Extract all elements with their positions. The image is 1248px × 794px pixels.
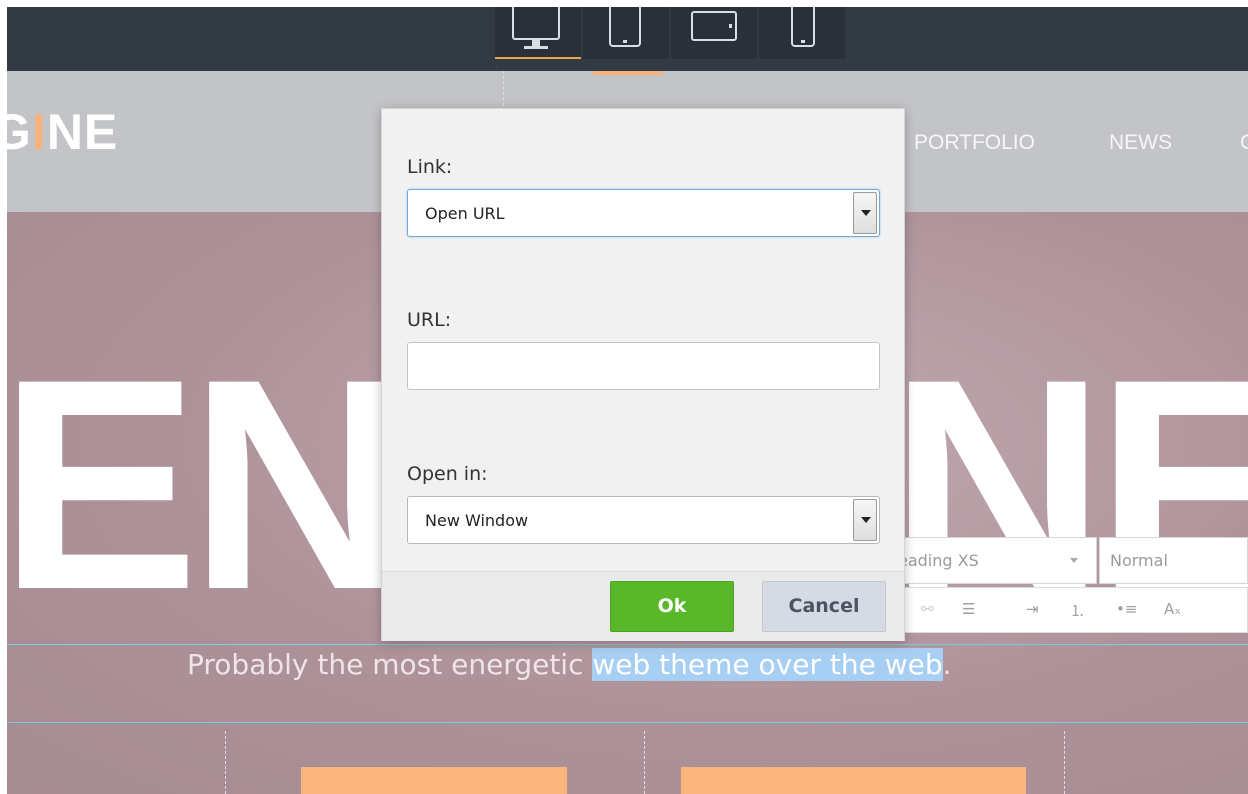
bulleted-list-icon[interactable]: •≡ [1116, 600, 1137, 618]
open-in-label: Open in: [407, 463, 488, 485]
ok-button[interactable]: Ok [610, 581, 734, 632]
indent-icon[interactable]: ⇥ [1026, 600, 1039, 618]
hero-tagline[interactable]: Probably the most energetic web theme ov… [187, 648, 952, 681]
cancel-button[interactable]: Cancel [762, 581, 886, 632]
format-combo[interactable]: Normal [1099, 537, 1248, 584]
column-guide [1064, 731, 1065, 794]
tablet-portrait-view-button[interactable] [583, 7, 669, 59]
site-logo[interactable]: GINE [7, 103, 118, 161]
chevron-down-icon [1070, 558, 1078, 563]
style-combo-value: eading XS [898, 551, 979, 570]
tablet-landscape-view-button[interactable] [671, 7, 757, 59]
open-in-value: New Window [425, 511, 529, 530]
link-type-select[interactable]: Open URL [407, 189, 880, 237]
url-label: URL: [407, 309, 452, 331]
link-dialog: Link: Open URL URL: Open in: New Window … [381, 108, 905, 641]
phone-view-button[interactable] [759, 7, 845, 59]
device-toolbar [7, 7, 1248, 71]
open-in-select[interactable]: New Window [407, 496, 880, 544]
hero-heading-left: EN [7, 316, 406, 652]
dialog-footer: Ok Cancel [382, 571, 904, 641]
nav-link-portfolio[interactable]: PORTFOLIO [914, 131, 1035, 155]
url-input[interactable] [407, 342, 880, 390]
style-combo[interactable]: eading XS [887, 537, 1097, 584]
column-guide [225, 731, 226, 794]
dropdown-arrow-icon[interactable] [853, 499, 877, 541]
format-combo-value: Normal [1110, 551, 1168, 570]
numbered-list-icon[interactable]: ⒈ [1070, 600, 1085, 621]
dropdown-arrow-icon[interactable] [853, 192, 877, 234]
rich-text-toolbar: eading XS Normal ⚯ ☰ ⇥ ⒈ •≡ Aₓ [887, 537, 1248, 650]
toolbar-buttons: ⚯ ☰ ⇥ ⒈ •≡ Aₓ [887, 587, 1248, 633]
orange-button-2[interactable] [681, 767, 1026, 794]
link-label: Link: [407, 156, 453, 178]
selection-guide-bottom [7, 722, 1248, 723]
editor-frame: GINE PORTFOLIO NEWS C EN NE Probably the… [7, 7, 1248, 794]
orange-button-1[interactable] [301, 767, 567, 794]
desktop-view-button[interactable] [495, 7, 581, 59]
link-type-value: Open URL [425, 204, 505, 223]
nav-link-news[interactable]: NEWS [1109, 131, 1172, 155]
clear-format-icon[interactable]: Aₓ [1164, 600, 1181, 618]
selected-text[interactable]: web theme over the web [592, 648, 943, 681]
align-left-icon[interactable]: ☰ [962, 600, 975, 618]
active-indicator [593, 71, 663, 75]
column-guide [503, 71, 504, 111]
nav-link-contact[interactable]: C [1240, 131, 1248, 155]
column-guide [644, 731, 645, 794]
unlink-icon[interactable]: ⚯ [921, 600, 934, 618]
